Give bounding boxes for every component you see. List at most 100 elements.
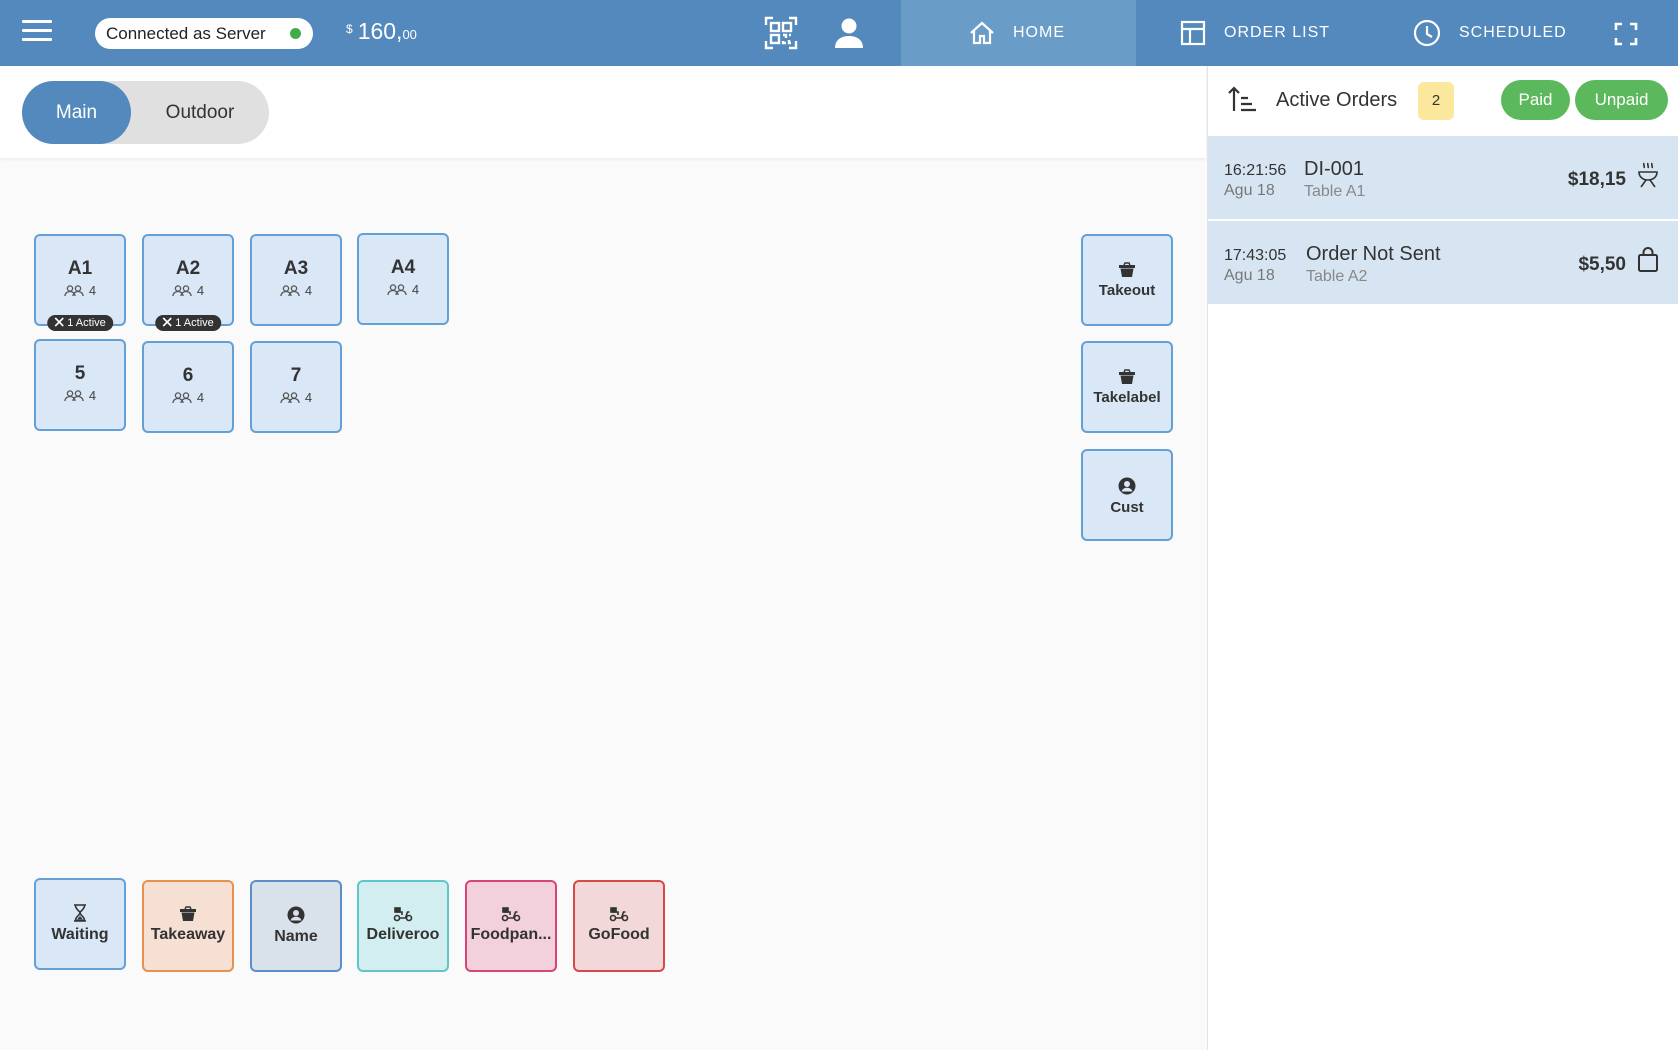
- table-tile-a1[interactable]: A1 4 1 Active: [34, 234, 126, 331]
- people-icon: [387, 284, 407, 296]
- fullscreen-icon[interactable]: [1614, 22, 1638, 46]
- floor-switch: Main Outdoor: [22, 81, 269, 144]
- tab-order-list-label: ORDER LIST: [1224, 24, 1331, 41]
- customer-icon: [287, 906, 305, 924]
- qr-code-icon[interactable]: [764, 16, 798, 50]
- utensils-icon: [54, 317, 64, 327]
- takeaway-box-icon: [1119, 369, 1135, 384]
- order-time: 16:21:56: [1224, 162, 1287, 179]
- order-type-label: Takeaway: [150, 926, 226, 943]
- scooter-icon: [501, 907, 521, 922]
- people-icon: [280, 285, 300, 297]
- table-tile-7[interactable]: 7 4: [250, 341, 342, 433]
- active-orders-title: Active Orders: [1276, 89, 1398, 111]
- table-seat-count: 4: [88, 283, 97, 298]
- scooter-icon: [393, 907, 413, 922]
- sort-icon[interactable]: [1228, 86, 1258, 112]
- table-seat-count: 4: [304, 283, 313, 298]
- side-tile-label: Takeout: [1098, 282, 1156, 299]
- order-type-name[interactable]: Name: [250, 880, 342, 972]
- people-icon: [280, 392, 300, 404]
- order-type-label: Deliveroo: [366, 926, 440, 943]
- order-amount: $18,15: [1567, 169, 1626, 190]
- hourglass-icon: [74, 904, 86, 922]
- side-tile-takeout[interactable]: Takeout: [1081, 234, 1173, 326]
- order-type-waiting[interactable]: Waiting: [34, 878, 126, 970]
- connection-status-dot: [290, 28, 301, 39]
- order-table: Table A2: [1306, 268, 1368, 285]
- order-time: 17:43:05: [1224, 247, 1287, 264]
- order-type-gofood[interactable]: GoFood: [573, 880, 665, 972]
- table-seat-count: 4: [196, 390, 205, 405]
- table-name: 5: [74, 363, 86, 384]
- side-tile-cust[interactable]: Cust: [1081, 449, 1173, 541]
- clock-icon: [1413, 19, 1441, 47]
- active-orders-panel: Active Orders 2 Paid Unpaid 16:21:56 Agu…: [1207, 66, 1678, 1050]
- table-tile-6[interactable]: 6 4: [142, 341, 234, 433]
- top-bar: Connected as Server $160,00 HOME ORDER L…: [0, 0, 1678, 66]
- dine-in-icon: [1638, 162, 1658, 188]
- customer-icon: [1118, 477, 1136, 495]
- shopping-bag-icon: [1638, 247, 1658, 272]
- floor-tab-main[interactable]: Main: [22, 81, 131, 144]
- order-list-icon: [1180, 20, 1206, 46]
- table-seats: 4: [252, 283, 340, 298]
- table-seats: 4: [359, 282, 447, 297]
- table-tile-a3[interactable]: A3 4: [250, 234, 342, 326]
- table-seat-count: 4: [304, 390, 313, 405]
- side-tile-takelabel[interactable]: Takelabel: [1081, 341, 1173, 433]
- tab-scheduled[interactable]: SCHEDULED: [1413, 0, 1593, 66]
- table-seats: 4: [144, 390, 232, 405]
- people-icon: [172, 285, 192, 297]
- menu-icon[interactable]: [22, 20, 52, 46]
- table-seats: 4: [36, 388, 124, 403]
- order-type-deliveroo[interactable]: Deliveroo: [357, 880, 449, 972]
- tab-home-label: HOME: [1013, 24, 1065, 41]
- table-tile-a4[interactable]: A4 4: [357, 233, 449, 325]
- takeaway-box-icon: [180, 906, 196, 921]
- unpaid-filter-button[interactable]: Unpaid: [1575, 80, 1668, 120]
- tab-order-list[interactable]: ORDER LIST: [1180, 0, 1370, 66]
- balance-main: 160,: [357, 18, 403, 44]
- table-tile-5[interactable]: 5 4: [34, 339, 126, 431]
- order-type-label: Waiting: [51, 926, 109, 943]
- tab-home[interactable]: HOME: [901, 0, 1136, 66]
- balance-display: $160,00: [346, 18, 417, 45]
- balance-currency: $: [346, 22, 353, 36]
- table-name: A1: [67, 258, 93, 279]
- side-tile-label: Cust: [1110, 499, 1144, 516]
- active-orders-header: Active Orders 2 Paid Unpaid: [1208, 66, 1678, 135]
- table-active-badge: 1 Active: [47, 315, 113, 331]
- order-type-label: Name: [274, 928, 318, 945]
- user-icon[interactable]: [832, 16, 866, 50]
- people-icon: [64, 390, 84, 402]
- table-name: 6: [182, 365, 194, 386]
- table-seat-count: 4: [411, 282, 420, 297]
- paid-filter-button[interactable]: Paid: [1501, 80, 1570, 120]
- order-type-takeaway[interactable]: Takeaway: [142, 880, 234, 972]
- people-icon: [64, 285, 84, 297]
- table-name: A2: [175, 258, 201, 279]
- table-seat-count: 4: [196, 283, 205, 298]
- table-seats: 4: [252, 390, 340, 405]
- order-amount: $5,50: [1578, 254, 1626, 275]
- utensils-icon: [162, 317, 172, 327]
- table-tile-a2[interactable]: A2 4 1 Active: [142, 234, 234, 331]
- active-orders-count: 2: [1418, 82, 1454, 120]
- connection-status-text: Connected as Server: [106, 24, 266, 43]
- order-type-label: Foodpan...: [470, 926, 552, 943]
- table-seat-count: 4: [88, 388, 97, 403]
- order-name: DI-001: [1304, 158, 1365, 180]
- connection-status-pill: Connected as Server: [95, 18, 313, 49]
- side-tile-label: Takelabel: [1093, 389, 1161, 406]
- takeaway-box-icon: [1119, 262, 1135, 277]
- table-name: A4: [390, 257, 416, 278]
- table-seats: 4: [144, 283, 232, 298]
- table-active-badge-text: 1 Active: [175, 317, 214, 329]
- floor-tab-outdoor[interactable]: Outdoor: [131, 81, 269, 144]
- order-type-foodpanda[interactable]: Foodpan...: [465, 880, 557, 972]
- table-active-badge: 1 Active: [155, 315, 221, 331]
- order-row[interactable]: 16:21:56 Agu 18 DI-001 Table A1 $18,15: [1208, 136, 1678, 219]
- order-row[interactable]: 17:43:05 Agu 18 Order Not Sent Table A2 …: [1208, 221, 1678, 304]
- order-date: Agu 18: [1224, 182, 1275, 199]
